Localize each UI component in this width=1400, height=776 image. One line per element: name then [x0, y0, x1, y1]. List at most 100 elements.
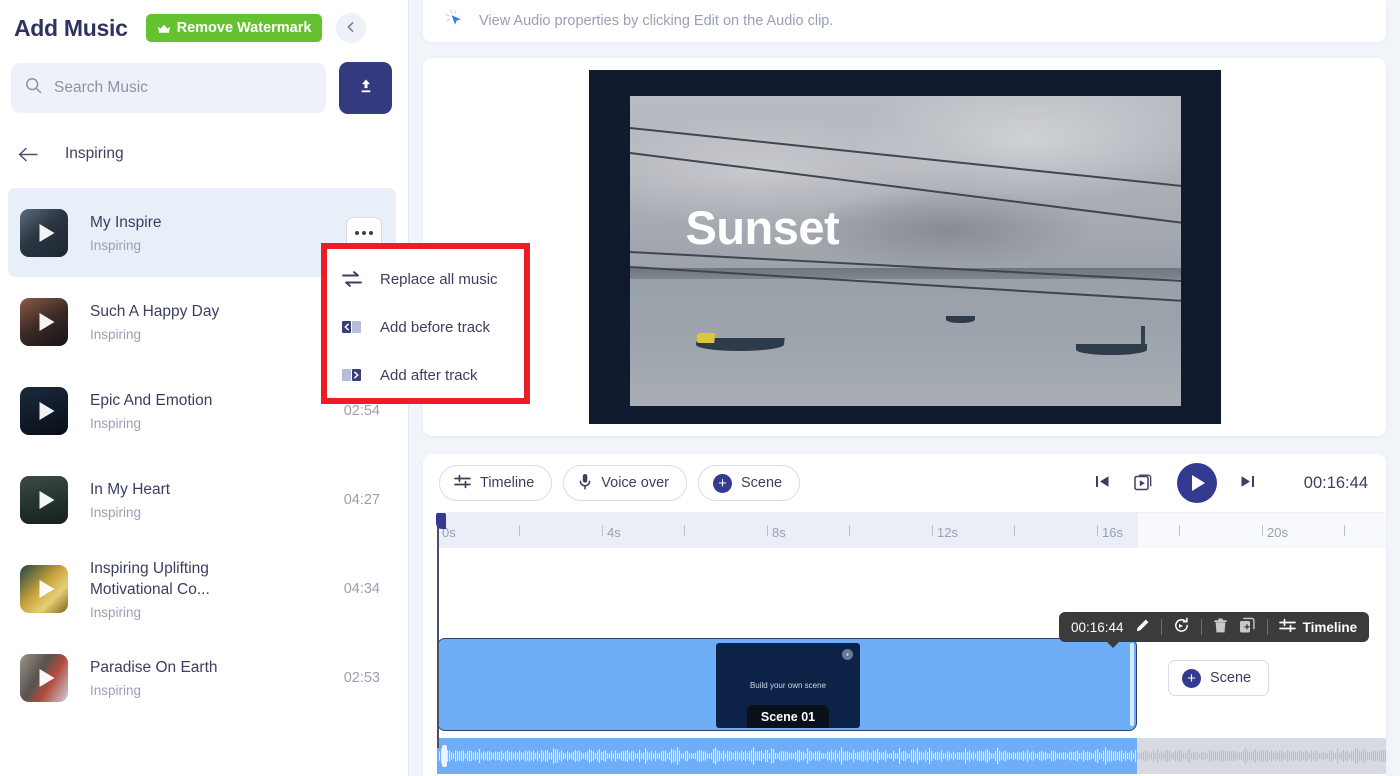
track-name: In My Heart	[90, 479, 270, 500]
timeline-button-label: Timeline	[480, 475, 534, 491]
scene-badge: Scene 01	[747, 705, 829, 728]
track-name: Paradise On Earth	[90, 657, 270, 678]
clip-resize-handle[interactable]	[1130, 643, 1134, 726]
menu-item-add-before-track[interactable]: Add before track	[327, 303, 524, 351]
list-item[interactable]: Paradise On Earth Inspiring 02:53	[0, 633, 408, 722]
track-duration: 04:34	[344, 581, 380, 597]
boat	[695, 338, 785, 351]
list-item[interactable]: Inspiring Uplifting Motivational Co... I…	[0, 544, 408, 633]
track-duration: 04:27	[344, 492, 380, 508]
chevron-left-icon	[345, 21, 357, 36]
clip-timeline-button[interactable]: Timeline	[1279, 618, 1358, 636]
skip-to-start-button[interactable]	[1094, 474, 1111, 492]
track-name: Such A Happy Day	[90, 301, 270, 322]
clip-toolbar[interactable]: 00:16:44	[1059, 612, 1369, 642]
ruler-label: 8s	[767, 525, 786, 540]
track-genre: Inspiring	[90, 505, 344, 520]
menu-item-replace-all-music[interactable]: Replace all music	[327, 255, 524, 303]
ruler-label: 20s	[1262, 525, 1288, 540]
play-icon	[1192, 475, 1205, 491]
panel-header: Add Music Remove Watermark	[0, 0, 408, 46]
play-button[interactable]	[1177, 463, 1217, 503]
video-content: Sunset	[630, 96, 1181, 406]
transport-controls: 00:16:44	[1094, 463, 1368, 503]
skip-to-end-button[interactable]	[1239, 474, 1256, 492]
track-thumbnail	[20, 209, 68, 257]
duplicate-frame-icon	[1133, 472, 1155, 495]
timeline-panel: Timeline Voice over + Scene	[423, 454, 1386, 776]
upload-music-button[interactable]	[339, 62, 392, 114]
menu-item-label: Replace all music	[380, 271, 498, 288]
swap-arrows-icon	[341, 270, 363, 288]
ruler-minor-tick	[1179, 525, 1180, 536]
remove-watermark-label: Remove Watermark	[177, 20, 312, 36]
menu-item-add-after-track[interactable]: Add after track	[327, 351, 524, 399]
audio-clip[interactable]	[437, 738, 1386, 774]
video-overlay-text: Sunset	[686, 200, 840, 255]
duplicate-frame-button[interactable]	[1133, 472, 1155, 495]
add-scene-button[interactable]: + Scene	[1168, 660, 1269, 696]
video-preview-card: Sunset	[423, 58, 1386, 436]
plus-circle-icon: +	[1182, 669, 1201, 688]
add-scene-toolbar-button[interactable]: + Scene	[698, 465, 800, 501]
track-thumbnail	[20, 298, 68, 346]
dot	[355, 231, 359, 235]
timeline-ruler[interactable]: 0s 4s 8s 12s 16s 20s	[437, 512, 1386, 548]
duplicate-clip-button[interactable]	[1239, 617, 1256, 637]
replace-clip-button[interactable]	[1173, 617, 1190, 637]
pencil-icon	[1135, 618, 1150, 636]
divider	[1201, 619, 1202, 635]
upload-icon	[356, 77, 376, 100]
current-time-display: 00:16:44	[1304, 474, 1368, 493]
voice-over-button[interactable]: Voice over	[563, 465, 687, 501]
track-context-menu[interactable]: Replace all music Add before track	[321, 243, 530, 404]
audio-trim-handle[interactable]	[442, 745, 447, 767]
back-button[interactable]	[18, 147, 38, 162]
timeline-tracks: 00:16:44	[437, 548, 1386, 776]
track-thumbnail	[20, 565, 68, 613]
category-name: Inspiring	[65, 145, 124, 163]
track-info: My Inspire Inspiring	[90, 212, 332, 253]
ruler-minor-tick	[684, 525, 685, 536]
eye-icon: ●	[842, 649, 853, 660]
collapse-panel-button[interactable]	[336, 13, 366, 43]
video-frame[interactable]: Sunset	[589, 70, 1221, 424]
duplicate-icon	[1239, 617, 1256, 637]
ruler-minor-tick	[519, 525, 520, 536]
delete-clip-button[interactable]	[1213, 618, 1228, 637]
page-title: Add Music	[14, 15, 128, 42]
list-item[interactable]: In My Heart Inspiring 04:27	[0, 455, 408, 544]
ruler-label: 4s	[602, 525, 621, 540]
track-name: Inspiring Uplifting Motivational Co...	[90, 558, 270, 600]
notice-bar: View Audio properties by clicking Edit o…	[423, 0, 1386, 42]
search-input[interactable]	[54, 79, 312, 97]
play-icon	[40, 402, 55, 420]
timeline-button[interactable]: Timeline	[439, 465, 552, 501]
edit-clip-button[interactable]	[1135, 618, 1150, 636]
ruler-minor-tick	[1014, 525, 1015, 536]
ruler-label: 12s	[932, 525, 958, 540]
playhead[interactable]	[437, 513, 439, 748]
remove-watermark-button[interactable]: Remove Watermark	[146, 14, 323, 42]
app-root: Add Music Remove Watermark	[0, 0, 1400, 776]
add-scene-label: Scene	[1210, 670, 1251, 686]
play-icon	[40, 224, 55, 242]
track-info: Paradise On Earth Inspiring	[90, 657, 344, 698]
search-icon	[25, 77, 42, 99]
trash-icon	[1213, 618, 1228, 637]
notice-text: View Audio properties by clicking Edit o…	[479, 13, 833, 29]
add-before-icon	[341, 319, 363, 335]
video-clip[interactable]: ● Build your own scene Scene 01	[437, 638, 1137, 731]
timeline-icon	[454, 474, 471, 493]
scene-thumbnail[interactable]: ● Build your own scene Scene 01	[716, 643, 860, 728]
play-icon	[40, 580, 55, 598]
track-info: Epic And Emotion Inspiring	[90, 390, 344, 431]
scene-button-label: Scene	[741, 475, 782, 491]
voice-over-button-label: Voice over	[601, 475, 669, 491]
microphone-icon	[578, 473, 592, 494]
search-box[interactable]	[11, 63, 326, 113]
ruler-label: 16s	[1097, 525, 1123, 540]
ruler-minor-tick	[1344, 525, 1345, 536]
timeline-icon	[1279, 618, 1296, 636]
click-cursor-icon	[443, 7, 465, 34]
